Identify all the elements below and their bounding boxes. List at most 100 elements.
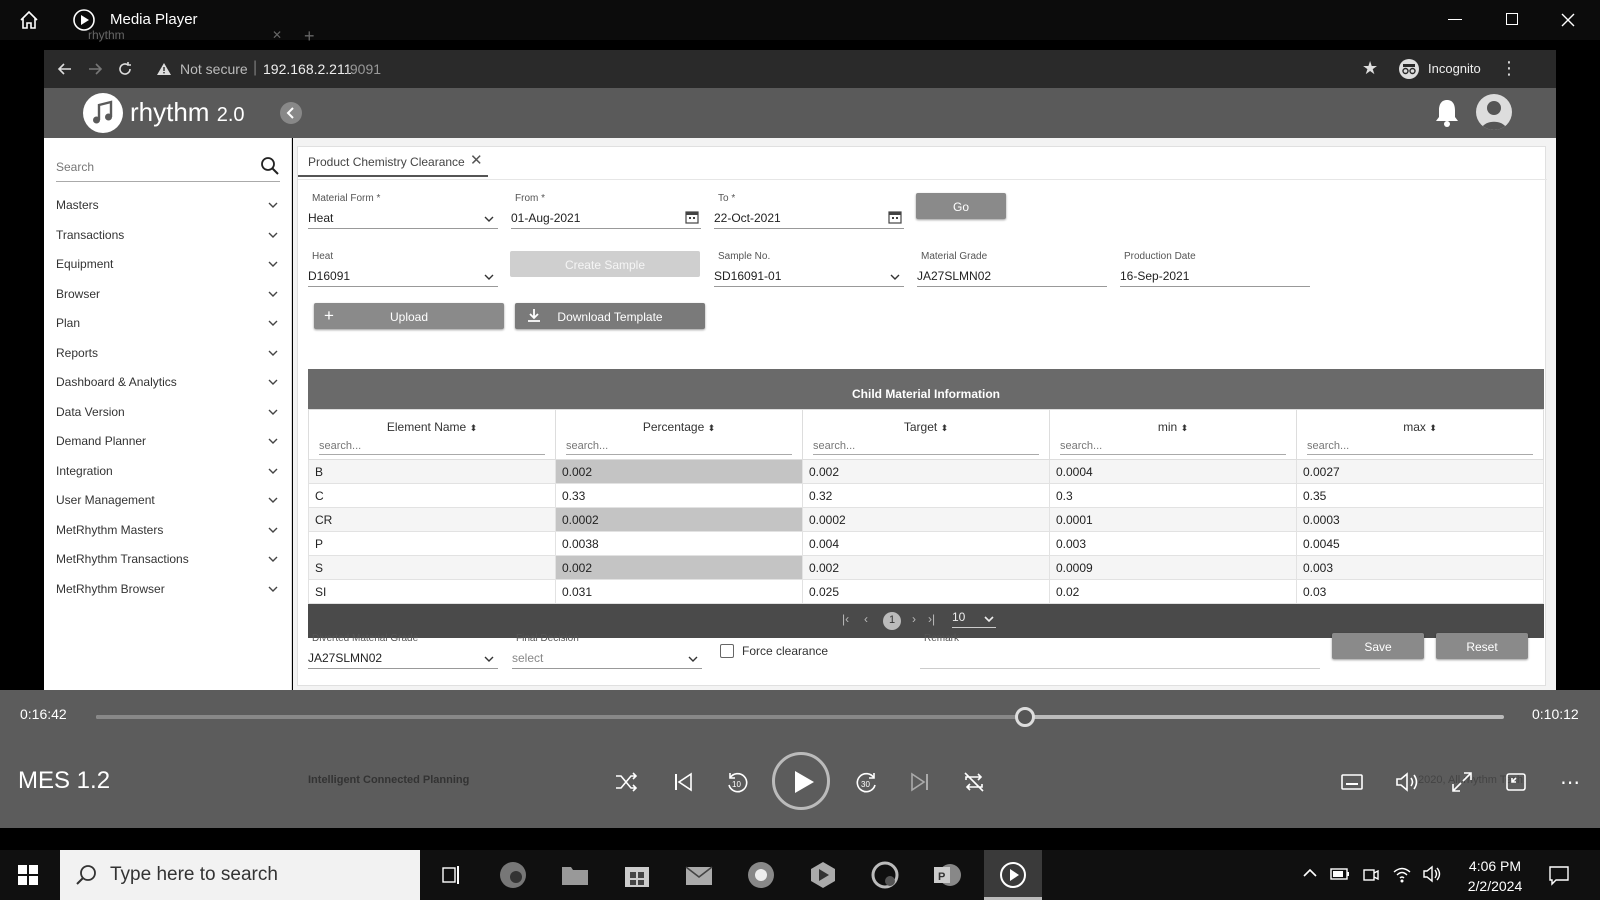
sidebar-item-transactions[interactable]: Transactions	[56, 228, 280, 250]
captions-icon[interactable]	[1340, 772, 1364, 792]
prev-page-icon[interactable]: ‹	[864, 612, 868, 626]
url-port[interactable]: :9091	[346, 61, 381, 77]
calendar-icon[interactable]	[888, 210, 902, 224]
table-cell[interactable]: 0.0038	[555, 531, 803, 556]
table-row[interactable]: S 0.002 0.002 0.0009 0.003	[308, 555, 1544, 580]
sort-icon[interactable]: ⬍	[470, 423, 478, 433]
close-icon[interactable]	[1560, 12, 1576, 28]
remark-input[interactable]	[920, 649, 1320, 669]
incognito-icon[interactable]	[1398, 58, 1420, 80]
material-form-select[interactable]: Heat	[308, 209, 498, 229]
column-header-element-name[interactable]: Element Name ⬍ search...	[308, 409, 556, 460]
table-cell[interactable]: 0.002	[555, 459, 803, 484]
sidebar-search-input[interactable]: Search	[56, 157, 280, 182]
heat-select[interactable]: D16091	[308, 267, 498, 287]
reload-icon[interactable]	[116, 60, 134, 78]
sidebar-item-browser[interactable]: Browser	[56, 287, 280, 309]
file-explorer-icon[interactable]	[558, 859, 592, 891]
table-cell[interactable]: 0.0002	[555, 507, 803, 532]
column-header-percentage[interactable]: Percentage ⬍ search...	[555, 409, 803, 460]
taskbar-clock[interactable]: 4:06 PM 2/2/2024	[1460, 856, 1530, 896]
reset-button[interactable]: Reset	[1436, 633, 1528, 659]
notification-icon[interactable]	[1548, 864, 1570, 886]
calendar-icon[interactable]	[685, 210, 699, 224]
force-clearance-label[interactable]: Force clearance	[742, 644, 828, 658]
next-icon[interactable]	[908, 770, 932, 794]
sidebar-item-demand-planner[interactable]: Demand Planner	[56, 434, 280, 456]
app-logo[interactable]: rhythm 2.0	[130, 97, 245, 128]
tab-close-icon[interactable]: ✕	[272, 28, 282, 42]
home-icon[interactable]	[18, 9, 40, 31]
close-tab-icon[interactable]: ✕	[470, 151, 483, 169]
sort-icon[interactable]: ⬍	[1429, 423, 1437, 433]
create-sample-button[interactable]: Create Sample	[510, 251, 700, 277]
table-cell[interactable]: 0.031	[555, 579, 803, 604]
previous-icon[interactable]	[671, 770, 695, 794]
to-date-input[interactable]: 22-Oct-2021	[714, 209, 904, 229]
seek-thumb[interactable]	[1015, 707, 1036, 727]
search-icon[interactable]	[260, 156, 280, 176]
sidebar-item-data-version[interactable]: Data Version	[56, 405, 280, 427]
edge-browser-icon[interactable]	[496, 859, 530, 891]
app-hexagon-icon[interactable]	[806, 859, 840, 891]
store-icon[interactable]	[620, 859, 654, 891]
final-decision-select[interactable]: select	[512, 649, 702, 669]
windows-start-icon[interactable]	[18, 865, 38, 885]
table-cell[interactable]: 0.33	[555, 483, 803, 508]
column-header-min[interactable]: min ⬍ search...	[1049, 409, 1297, 460]
forward-30-icon[interactable]: 30	[854, 769, 880, 795]
column-search-input[interactable]: search...	[813, 440, 1039, 455]
tray-chevron-up-icon[interactable]	[1302, 867, 1318, 879]
sidebar-item-integration[interactable]: Integration	[56, 464, 280, 486]
task-view-icon[interactable]	[434, 859, 468, 891]
seek-bar[interactable]	[96, 707, 1504, 727]
download-template-button[interactable]: Download Template	[515, 303, 705, 329]
forward-icon[interactable]	[86, 60, 104, 78]
powerpoint-icon[interactable]: P	[930, 859, 964, 891]
collapse-sidebar-button[interactable]	[280, 102, 302, 124]
meet-now-icon[interactable]	[1362, 866, 1380, 884]
shuffle-icon[interactable]	[614, 770, 638, 794]
column-search-input[interactable]: search...	[1307, 440, 1533, 455]
table-row[interactable]: B 0.002 0.002 0.0004 0.0027	[308, 459, 1544, 484]
sort-icon[interactable]: ⬍	[708, 423, 716, 433]
table-cell[interactable]: 0.002	[555, 555, 803, 580]
column-header-max[interactable]: max ⬍ search...	[1296, 409, 1544, 460]
column-search-input[interactable]: search...	[1060, 440, 1286, 455]
new-tab-icon[interactable]: +	[304, 26, 315, 47]
page-size-select[interactable]: 10	[952, 610, 996, 628]
bell-icon[interactable]	[1434, 98, 1460, 128]
next-page-icon[interactable]: ›	[912, 612, 916, 626]
force-clearance-checkbox[interactable]	[720, 644, 734, 658]
incognito-label[interactable]: Incognito	[1428, 61, 1481, 76]
rewind-10-icon[interactable]: 10	[724, 769, 750, 795]
sidebar-item-metrhythm-browser[interactable]: MetRhythm Browser	[56, 582, 280, 604]
table-row[interactable]: C 0.33 0.32 0.3 0.35	[308, 483, 1544, 508]
play-button[interactable]	[772, 752, 830, 810]
media-player-taskbar-button[interactable]	[984, 850, 1042, 900]
sidebar-item-user-management[interactable]: User Management	[56, 493, 280, 515]
sample-no-select[interactable]: SD16091-01	[714, 267, 904, 287]
browser-menu-icon[interactable]: ⋮	[1500, 58, 1518, 79]
wifi-icon[interactable]	[1392, 865, 1412, 883]
sidebar-item-reports[interactable]: Reports	[56, 346, 280, 368]
from-date-input[interactable]: 01-Aug-2021	[511, 209, 701, 229]
column-search-input[interactable]: search...	[319, 440, 545, 455]
mini-player-icon[interactable]	[1504, 770, 1528, 794]
chrome-icon[interactable]	[744, 859, 778, 891]
fullscreen-icon[interactable]	[1450, 770, 1474, 794]
back-icon[interactable]	[56, 60, 74, 78]
app-circle-icon[interactable]	[868, 859, 902, 891]
minimize-icon[interactable]	[1448, 19, 1462, 20]
save-button[interactable]: Save	[1332, 633, 1424, 659]
sidebar-item-metrhythm-masters[interactable]: MetRhythm Masters	[56, 523, 280, 545]
battery-icon[interactable]	[1330, 867, 1350, 881]
sidebar-item-metrhythm-transactions[interactable]: MetRhythm Transactions	[56, 552, 280, 574]
repeat-icon[interactable]	[962, 770, 986, 794]
sidebar-item-equipment[interactable]: Equipment	[56, 257, 280, 279]
sort-icon[interactable]: ⬍	[1181, 423, 1189, 433]
bookmark-star-icon[interactable]: ★	[1362, 58, 1378, 79]
go-button[interactable]: Go	[916, 193, 1006, 219]
table-row[interactable]: SI 0.031 0.025 0.02 0.03	[308, 579, 1544, 604]
avatar[interactable]	[1476, 94, 1512, 130]
